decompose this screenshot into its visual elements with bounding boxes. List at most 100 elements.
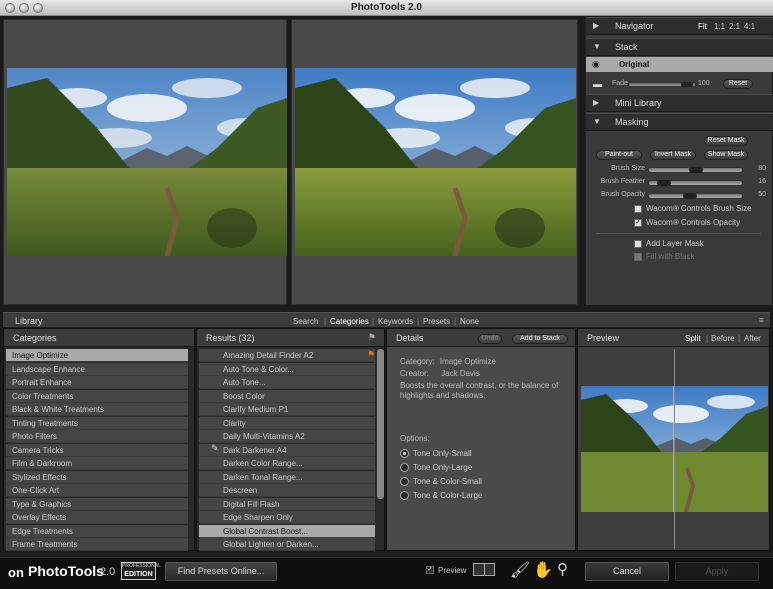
wacom-size-checkbox[interactable] [634, 204, 642, 213]
category-item[interactable]: Camera Tricks [6, 443, 188, 457]
result-item[interactable]: Descreen [199, 484, 375, 497]
result-item[interactable]: Digital Fill Flash [199, 497, 375, 511]
result-item[interactable]: Darken Color Range... [199, 457, 375, 470]
result-item[interactable]: Auto Tone... [199, 376, 375, 389]
category-item[interactable]: Type & Graphics [6, 497, 188, 511]
preview-mode-split[interactable]: Split [685, 334, 701, 343]
option-label: Tone & Color-Small [413, 477, 482, 486]
fade-slider[interactable] [628, 82, 696, 87]
masking-header[interactable]: ▼ Masking [586, 113, 773, 131]
brush-feather-slider[interactable] [648, 180, 743, 186]
category-item[interactable]: Landscape Enhance [6, 362, 188, 376]
option-tone-only-small[interactable]: Tone Only-Small [400, 449, 472, 459]
mini-library-header[interactable]: ▶ Mini Library [586, 94, 773, 112]
wacom-size-row[interactable]: Wacom® Controls Brush Size [634, 204, 752, 213]
radio-icon[interactable] [400, 463, 409, 473]
show-mask-button[interactable]: Show Mask [704, 150, 748, 160]
stack-item-original[interactable]: ◉ Original [586, 57, 773, 72]
wacom-opacity-row[interactable]: ✓ Wacom® Controls Opacity [634, 218, 740, 227]
radio-icon[interactable] [400, 491, 409, 501]
filter-search[interactable]: Search [293, 317, 318, 326]
result-item[interactable]: Boost Color [199, 389, 375, 403]
compare-view-icon[interactable] [473, 563, 495, 576]
favorite-flag-icon[interactable]: ⚑ [367, 349, 375, 360]
category-item[interactable]: Image Optimize [6, 349, 188, 362]
brush-opacity-slider[interactable] [648, 193, 743, 199]
navigator-header[interactable]: ▶ Navigator Fit 1:1 2:1 4:1 [586, 17, 773, 35]
wacom-opacity-checkbox[interactable]: ✓ [634, 218, 642, 227]
filter-presets[interactable]: Presets [423, 317, 450, 326]
category-item[interactable]: Stylized Effects [6, 470, 188, 484]
paint-out-button[interactable]: Paint-out [596, 150, 642, 160]
zoom-4-1[interactable]: 4:1 [744, 22, 755, 31]
hand-icon[interactable]: ✋ [533, 560, 553, 580]
add-to-stack-button[interactable]: Add to Stack [512, 334, 568, 344]
category-item[interactable]: Portrait Enhance [6, 376, 188, 389]
stack-header[interactable]: ▼ Stack [586, 38, 773, 56]
slider-knob[interactable] [683, 193, 697, 199]
zoom-icon[interactable]: ⚲ [557, 560, 568, 578]
results-scrollbar[interactable] [377, 349, 384, 499]
zoom-2-1[interactable]: 2:1 [729, 22, 740, 31]
result-item[interactable]: Clarify Medium P1 [199, 403, 375, 416]
add-layer-mask-checkbox[interactable] [634, 239, 642, 248]
filter-none[interactable]: None [460, 317, 479, 326]
result-item[interactable]: Global Contrast Boost... [199, 524, 375, 538]
fill-black-checkbox[interactable] [634, 252, 642, 261]
result-item[interactable]: Dark Darkener A4 [199, 443, 375, 457]
category-item[interactable]: Black & White Treatments [6, 403, 188, 416]
category-item[interactable]: Frame Treatments [6, 538, 188, 551]
slider-knob[interactable] [657, 180, 671, 186]
radio-icon[interactable] [400, 449, 409, 459]
brush-icon[interactable]: 🖌 [510, 560, 530, 580]
fade-label: Fade [612, 80, 628, 87]
reset-mask-button[interactable]: Reset Mask [704, 136, 748, 146]
fade-slider-knob[interactable] [681, 82, 693, 87]
category-item[interactable]: One-Click Art [6, 484, 188, 497]
category-row: Category: Image Optimize [400, 357, 496, 366]
cancel-button[interactable]: Cancel [585, 562, 669, 581]
add-layer-mask-row[interactable]: Add Layer Mask [634, 239, 704, 248]
option-tone-color-large[interactable]: Tone & Color-Large [400, 491, 482, 501]
preview-mode-after[interactable]: After [744, 334, 761, 343]
category-item[interactable]: Tinting Treatments [6, 416, 188, 430]
result-item[interactable]: Global Lighten or Darken... [199, 538, 375, 551]
result-item[interactable]: Daily Multi-Vitamins A2 [199, 430, 375, 443]
zoom-1-1[interactable]: 1:1 [714, 22, 725, 31]
expand-triangle-icon[interactable]: ▶ [593, 98, 599, 107]
result-item[interactable]: Amazing Detail Finder A2 [199, 349, 375, 362]
apply-button[interactable]: Apply [675, 562, 759, 581]
result-item[interactable]: Auto Tone & Color... [199, 362, 375, 376]
result-item[interactable]: Clarity [199, 416, 375, 430]
slider-knob[interactable] [689, 167, 703, 173]
filter-categories[interactable]: Categories [330, 317, 369, 326]
zoom-fit[interactable]: Fit [698, 22, 707, 31]
favorite-flag-icon[interactable]: ⚑ [368, 332, 376, 343]
result-item[interactable]: Edge Sharpen Only [199, 511, 375, 524]
eye-icon[interactable]: ◉ [592, 59, 600, 70]
fill-black-row[interactable]: Fill with Black [634, 252, 694, 261]
minus-icon[interactable]: ▬ [593, 79, 602, 89]
expand-triangle-icon[interactable]: ▶ [593, 21, 599, 30]
category-item[interactable]: Photo Filters [6, 430, 188, 443]
category-item[interactable]: Edge Treatments [6, 524, 188, 538]
category-item[interactable]: Film & Darkroom [6, 457, 188, 470]
brush-size-slider[interactable] [648, 167, 743, 173]
invert-mask-button[interactable]: Invert Mask [650, 150, 696, 160]
split-line[interactable] [674, 349, 675, 549]
result-item[interactable]: Darken Tonal Range... [199, 470, 375, 484]
undo-button[interactable]: Undo [478, 334, 502, 344]
menu-icon[interactable]: ≡ [759, 315, 764, 325]
option-tone-only-large[interactable]: Tone Only-Large [400, 463, 472, 473]
option-tone-color-small[interactable]: Tone & Color-Small [400, 477, 482, 487]
preview-checkbox[interactable]: ✓ [426, 566, 434, 574]
reset-button[interactable]: Reset [723, 79, 753, 89]
preview-mode-before[interactable]: Before [711, 334, 735, 343]
collapse-triangle-icon[interactable]: ▼ [593, 117, 601, 126]
radio-icon[interactable] [400, 477, 409, 487]
category-item[interactable]: Overlay Effects [6, 511, 188, 524]
find-presets-button[interactable]: Find Presets Online... [165, 562, 277, 581]
filter-keywords[interactable]: Keywords [378, 317, 413, 326]
collapse-triangle-icon[interactable]: ▼ [593, 42, 601, 51]
category-item[interactable]: Color Treatments [6, 389, 188, 403]
